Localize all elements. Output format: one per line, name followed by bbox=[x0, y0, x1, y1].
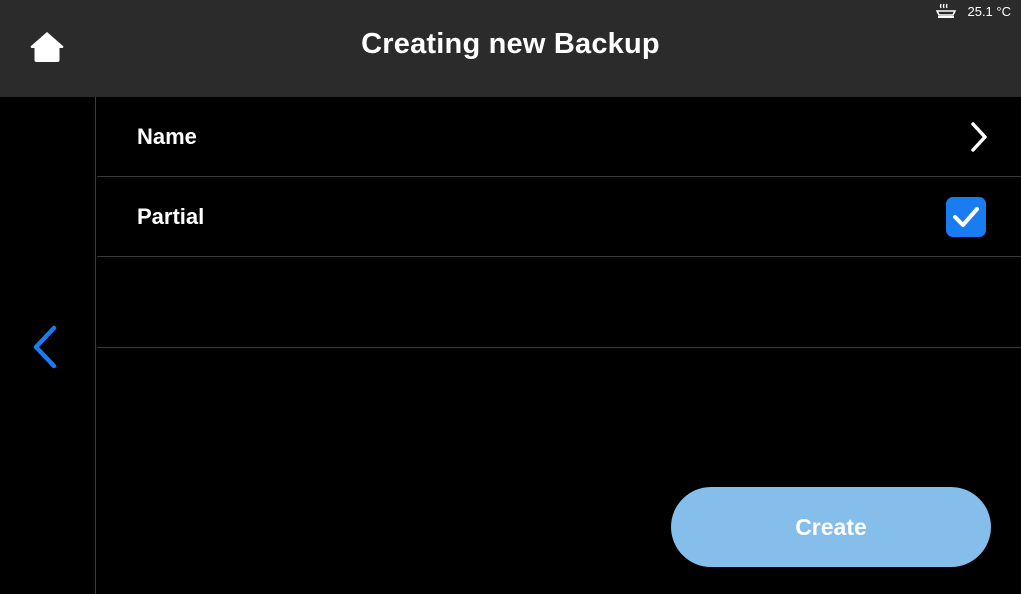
name-label: Name bbox=[137, 124, 197, 149]
status-bar: 25.1 °C bbox=[935, 2, 1011, 20]
partial-label: Partial bbox=[137, 204, 205, 229]
back-button[interactable] bbox=[20, 319, 70, 375]
partial-checkbox[interactable] bbox=[946, 197, 986, 237]
page-title: Creating new Backup bbox=[361, 28, 660, 60]
create-button[interactable]: Create bbox=[671, 487, 991, 567]
partial-row[interactable]: Partial bbox=[97, 177, 1021, 257]
header-bar: Creating new Backup 25.1 °C bbox=[0, 0, 1021, 97]
empty-row bbox=[97, 257, 1021, 348]
checkmark-icon bbox=[953, 207, 979, 227]
name-row[interactable]: Name bbox=[97, 97, 1021, 177]
temperature-readout: 25.1 °C bbox=[967, 3, 1011, 19]
chevron-right-icon bbox=[967, 121, 991, 153]
chevron-left-icon bbox=[33, 325, 57, 369]
screen: Creating new Backup 25.1 °C Name Partial… bbox=[0, 0, 1021, 594]
heatbed-icon bbox=[935, 3, 957, 19]
sidebar bbox=[0, 97, 96, 594]
settings-list: Name Partial bbox=[97, 97, 1021, 348]
